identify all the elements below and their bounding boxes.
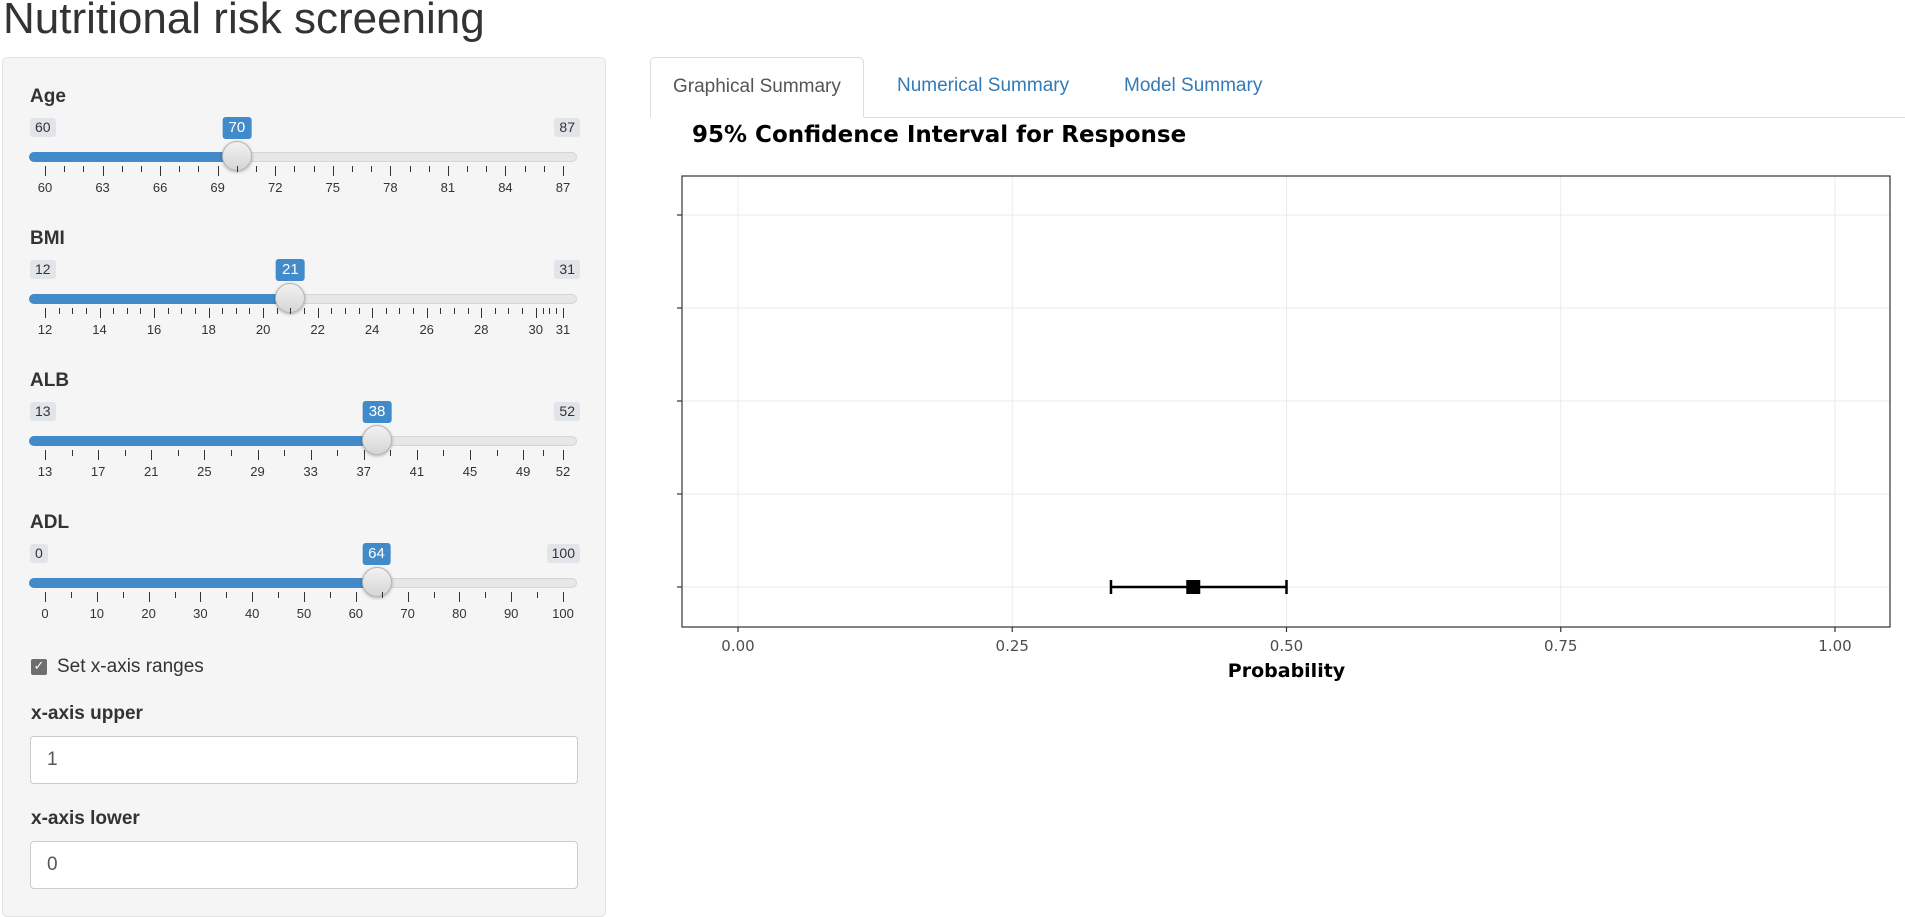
x-axis-label: Probability xyxy=(1228,660,1346,682)
estimate-point xyxy=(1186,580,1201,594)
x-tick-label: 0.00 xyxy=(721,637,754,655)
x-tick-label: 0.25 xyxy=(996,637,1029,655)
ci-chart: 0.00 0.25 0.50 0.75 1.00 Probability xyxy=(677,175,1891,682)
x-tick-label: 1.00 xyxy=(1818,637,1851,655)
x-tick-label: 0.75 xyxy=(1544,637,1577,655)
x-tick-label: 0.50 xyxy=(1270,637,1303,655)
